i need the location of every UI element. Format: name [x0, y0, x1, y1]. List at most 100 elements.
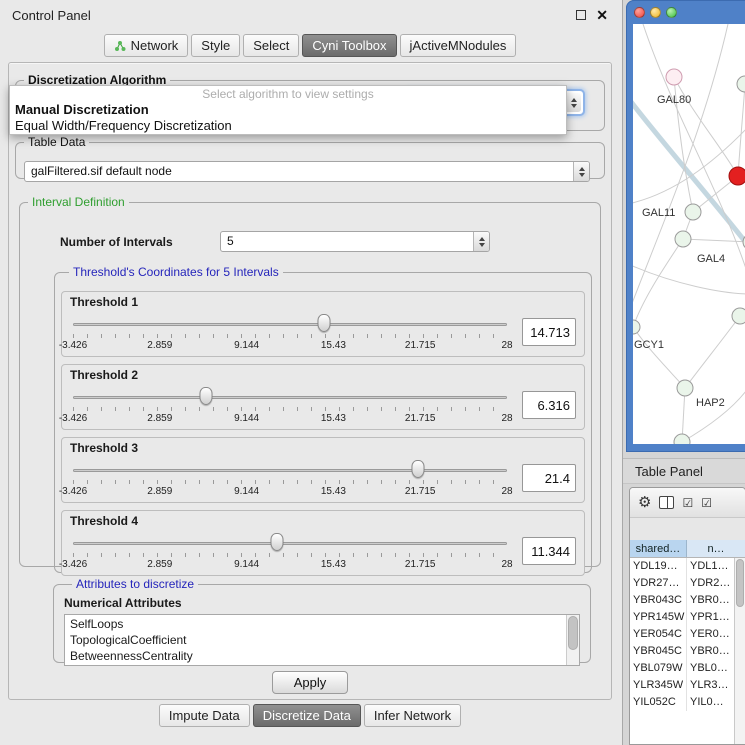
close-window-icon[interactable]: ✕ [596, 8, 608, 22]
network-node-selected[interactable] [729, 167, 745, 185]
close-traffic-icon[interactable] [634, 7, 645, 18]
table-row[interactable]: YER054CYER0… [630, 626, 745, 643]
float-window-icon[interactable] [576, 10, 586, 20]
network-view-window[interactable]: GAL80 GAL11 GAL4 GCY1 HAP2 [626, 0, 745, 452]
combobox-stepper-icon[interactable] [573, 162, 589, 181]
apply-button[interactable]: Apply [272, 671, 348, 694]
table-scrollbar[interactable] [734, 558, 745, 744]
tab-cyni-toolbox[interactable]: Cyni Toolbox [302, 34, 396, 57]
tab-infer-network-label: Infer Network [374, 708, 451, 723]
control-panel-titlebar[interactable]: Control Panel ✕ [0, 0, 620, 30]
cell-shared-name[interactable]: YBL079W [630, 660, 687, 677]
network-canvas[interactable]: GAL80 GAL11 GAL4 GCY1 HAP2 [633, 24, 745, 444]
zoom-traffic-icon[interactable] [666, 7, 677, 18]
cell-shared-name[interactable]: YBR043C [630, 592, 687, 609]
threshold-1-slider-thumb[interactable] [317, 314, 330, 332]
threshold-1-slider[interactable]: -3.426 2.859 9.144 15.43 21.715 28 [70, 311, 510, 355]
algorithm-dropdown-popup: Select algorithm to view settings Manual… [9, 85, 567, 135]
table-row[interactable]: YIL052CYIL0… [630, 694, 745, 711]
network-node-gcy1[interactable] [633, 320, 640, 334]
node-label-hap2: HAP2 [696, 397, 725, 409]
table-row[interactable]: YDL19…YDL1… [630, 558, 745, 575]
network-edge[interactable] [633, 94, 745, 249]
network-edge[interactable] [633, 327, 685, 388]
threshold-2-slider-thumb[interactable] [200, 387, 213, 405]
tick-label: 2.859 [147, 413, 172, 424]
list-item[interactable]: SelfLoops [70, 616, 563, 632]
threshold-1-slider-track[interactable] [73, 323, 507, 326]
network-edge[interactable] [633, 24, 728, 314]
threshold-2-value-input[interactable] [522, 391, 576, 419]
threshold-3-label: Threshold 3 [70, 441, 576, 456]
tab-select[interactable]: Select [243, 34, 299, 57]
table-data-combobox[interactable]: galFiltered.sif default node [24, 161, 590, 182]
minimize-traffic-icon[interactable] [650, 7, 661, 18]
threshold-3-slider[interactable]: -3.426 2.859 9.144 15.43 21.715 28 [70, 457, 510, 501]
scrollbar-thumb[interactable] [568, 616, 578, 650]
window-traffic-lights [634, 7, 677, 18]
table-row[interactable]: YBR043CYBR0… [630, 592, 745, 609]
network-node-gal80[interactable] [666, 69, 682, 85]
scrollbar-thumb[interactable] [736, 559, 744, 607]
threshold-3-value-input[interactable] [522, 464, 576, 492]
dropdown-option-equal-width-frequency[interactable]: Equal Width/Frequency Discretization [10, 118, 566, 134]
tab-cyni-toolbox-label: Cyni Toolbox [312, 38, 386, 53]
tab-discretize-data[interactable]: Discretize Data [253, 704, 361, 727]
select-all-checkbox-icon[interactable]: ☑ [682, 497, 693, 509]
cell-shared-name[interactable]: YBR045C [630, 643, 687, 660]
network-edge[interactable] [685, 316, 740, 388]
cell-shared-name[interactable]: YDL19… [630, 558, 687, 575]
tab-jactivemnodules[interactable]: jActiveMNodules [400, 34, 517, 57]
network-edge[interactable] [633, 264, 745, 294]
cell-shared-name[interactable]: YER054C [630, 626, 687, 643]
attributes-list[interactable]: SelfLoops TopologicalCoefficient Between… [64, 614, 580, 666]
tab-style[interactable]: Style [191, 34, 240, 57]
network-icon [114, 40, 126, 52]
column-header-shared-name[interactable]: shared… [630, 540, 687, 557]
table-row[interactable]: YPR145WYPR1… [630, 609, 745, 626]
table-row[interactable]: YBR045CYBR0… [630, 643, 745, 660]
threshold-1-value-input[interactable] [522, 318, 576, 346]
columns-icon[interactable] [659, 496, 674, 509]
tab-network[interactable]: Network [104, 34, 189, 57]
threshold-2-slider-track[interactable] [73, 396, 507, 399]
threshold-3-slider-track[interactable] [73, 469, 507, 472]
combobox-stepper-icon[interactable] [565, 93, 581, 112]
threshold-4-slider[interactable]: -3.426 2.859 9.144 15.43 21.715 28 [70, 530, 510, 574]
threshold-4-value-input[interactable] [522, 537, 576, 565]
network-node[interactable] [732, 308, 745, 324]
dropdown-option-manual-discretization[interactable]: Manual Discretization [10, 102, 566, 118]
tab-impute-data[interactable]: Impute Data [159, 704, 250, 727]
network-node-gal11[interactable] [685, 204, 701, 220]
cell-shared-name[interactable]: YIL052C [630, 694, 687, 711]
table-row[interactable]: YLR345WYLR3… [630, 677, 745, 694]
network-edge[interactable] [738, 84, 745, 176]
network-edge[interactable] [643, 24, 745, 284]
tab-select-label: Select [253, 38, 289, 53]
table-row[interactable]: YDR27…YDR2… [630, 575, 745, 592]
list-item[interactable]: BetweennessCentrality [70, 648, 563, 664]
tick-label: 21.715 [405, 413, 436, 424]
threshold-4-slider-thumb[interactable] [270, 533, 283, 551]
tick-label: 9.144 [234, 559, 259, 570]
list-item[interactable]: TopologicalCoefficient [70, 632, 563, 648]
cell-shared-name[interactable]: YDR27… [630, 575, 687, 592]
threshold-2-slider[interactable]: -3.426 2.859 9.144 15.43 21.715 28 [70, 384, 510, 428]
network-node[interactable] [737, 76, 745, 92]
network-node-gal4[interactable] [675, 231, 691, 247]
gear-icon[interactable]: ⚙ [638, 495, 651, 510]
threshold-4-slider-track[interactable] [73, 542, 507, 545]
number-of-intervals-combobox[interactable]: 5 [220, 231, 490, 252]
network-edge[interactable] [633, 239, 683, 327]
column-header-name[interactable]: n… [687, 540, 745, 557]
combobox-stepper-icon[interactable] [473, 232, 489, 251]
cell-shared-name[interactable]: YLR345W [630, 677, 687, 694]
table-row[interactable]: YBL079WYBL0… [630, 660, 745, 677]
threshold-3-slider-thumb[interactable] [411, 460, 424, 478]
select-columns-checkbox-icon[interactable]: ☑ [701, 497, 712, 509]
attributes-scrollbar[interactable] [566, 615, 579, 665]
network-node-hap2[interactable] [677, 380, 693, 396]
cell-shared-name[interactable]: YPR145W [630, 609, 687, 626]
tab-infer-network[interactable]: Infer Network [364, 704, 461, 727]
network-node[interactable] [674, 434, 690, 444]
